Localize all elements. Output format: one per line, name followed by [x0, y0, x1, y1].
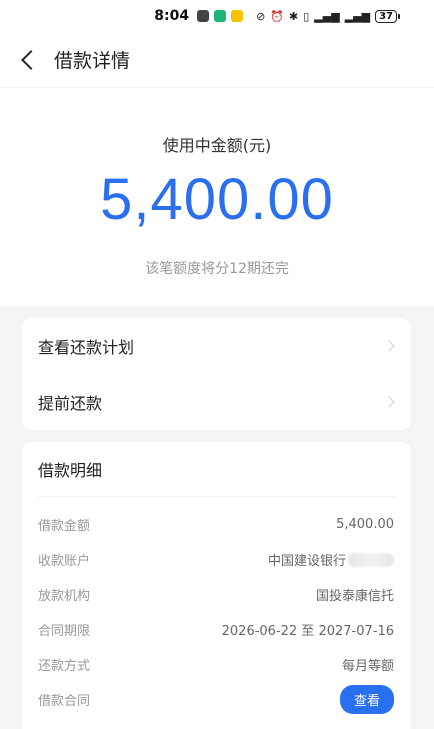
app-notification-icon: [197, 10, 210, 22]
page-title: 借款详情: [54, 50, 131, 72]
detail-row-contract: 借款合同 查看: [22, 682, 411, 717]
loan-details-card: 借款明细 借款金额 5,400.00 收款账户 中国建设银行 放款机构 国投泰康…: [22, 442, 411, 729]
loan-summary: 使用中金额(元) 5,400.00 该笔额度将分12期还完: [0, 88, 434, 306]
detail-value: 国投泰康信托: [315, 589, 394, 604]
detail-label: 还款方式: [38, 659, 91, 674]
details-title: 借款明细: [38, 461, 103, 480]
detail-value: 每月等额: [341, 659, 394, 674]
nfc-icon: ⊘: [256, 9, 266, 23]
vibrate-icon: ▯: [303, 9, 310, 23]
detail-label: 收款账户: [38, 554, 91, 569]
view-repayment-plan-row[interactable]: 查看还款计划: [22, 318, 411, 374]
amount-label: 使用中金额(元): [162, 136, 272, 155]
back-icon[interactable]: [21, 49, 41, 70]
detail-label: 借款金额: [38, 519, 91, 534]
detail-value: 中国建设银行: [267, 554, 346, 569]
action-label: 提前还款: [38, 394, 103, 413]
status-time: 8:04: [154, 8, 190, 24]
view-contract-button[interactable]: 查看: [339, 685, 394, 714]
signal-4g-icon: ▂▄▆: [344, 9, 371, 23]
detail-row-method: 还款方式 每月等额: [22, 647, 411, 682]
detail-value-wrap: 中国建设银行: [268, 550, 394, 569]
bluetooth-icon: ✱: [289, 9, 299, 23]
early-repayment-row[interactable]: 提前还款: [22, 374, 411, 430]
battery-level: 37: [375, 9, 397, 23]
chevron-right-icon: [383, 340, 395, 352]
detail-label: 合同期限: [38, 624, 91, 639]
amount-value: 5,400.00: [100, 167, 334, 232]
detail-row-account: 收款账户 中国建设银行: [22, 542, 411, 577]
signal-5g-icon: ▂▄▆: [314, 9, 340, 23]
detail-row-institution: 放款机构 国投泰康信托: [22, 577, 411, 612]
detail-value: 5,400.00: [336, 517, 394, 532]
actions-card: 查看还款计划 提前还款: [22, 318, 411, 430]
action-label: 查看还款计划: [38, 338, 135, 357]
status-bar: 8:04 ⊘ ⏰ ✱ ▯ ▂▄▆ ▂▄▆ 37: [0, 0, 434, 32]
nav-bar: 借款详情: [0, 32, 434, 88]
detail-label: 借款合同: [38, 694, 91, 709]
chevron-right-icon: [383, 396, 395, 408]
battery-icon: 37: [375, 9, 400, 23]
detail-row-amount: 借款金额 5,400.00: [22, 507, 411, 542]
alarm-icon: ⏰: [270, 9, 285, 23]
detail-label: 放款机构: [38, 589, 91, 604]
masked-account-number: [348, 552, 394, 567]
app-notification-icon: [214, 10, 227, 22]
detail-value: 2026-06-22 至 2027-07-16: [221, 624, 394, 639]
detail-row-term: 合同期限 2026-06-22 至 2027-07-16: [22, 612, 411, 647]
app-notification-icon: [231, 10, 244, 22]
installment-note: 该笔额度将分12期还完: [145, 261, 289, 277]
